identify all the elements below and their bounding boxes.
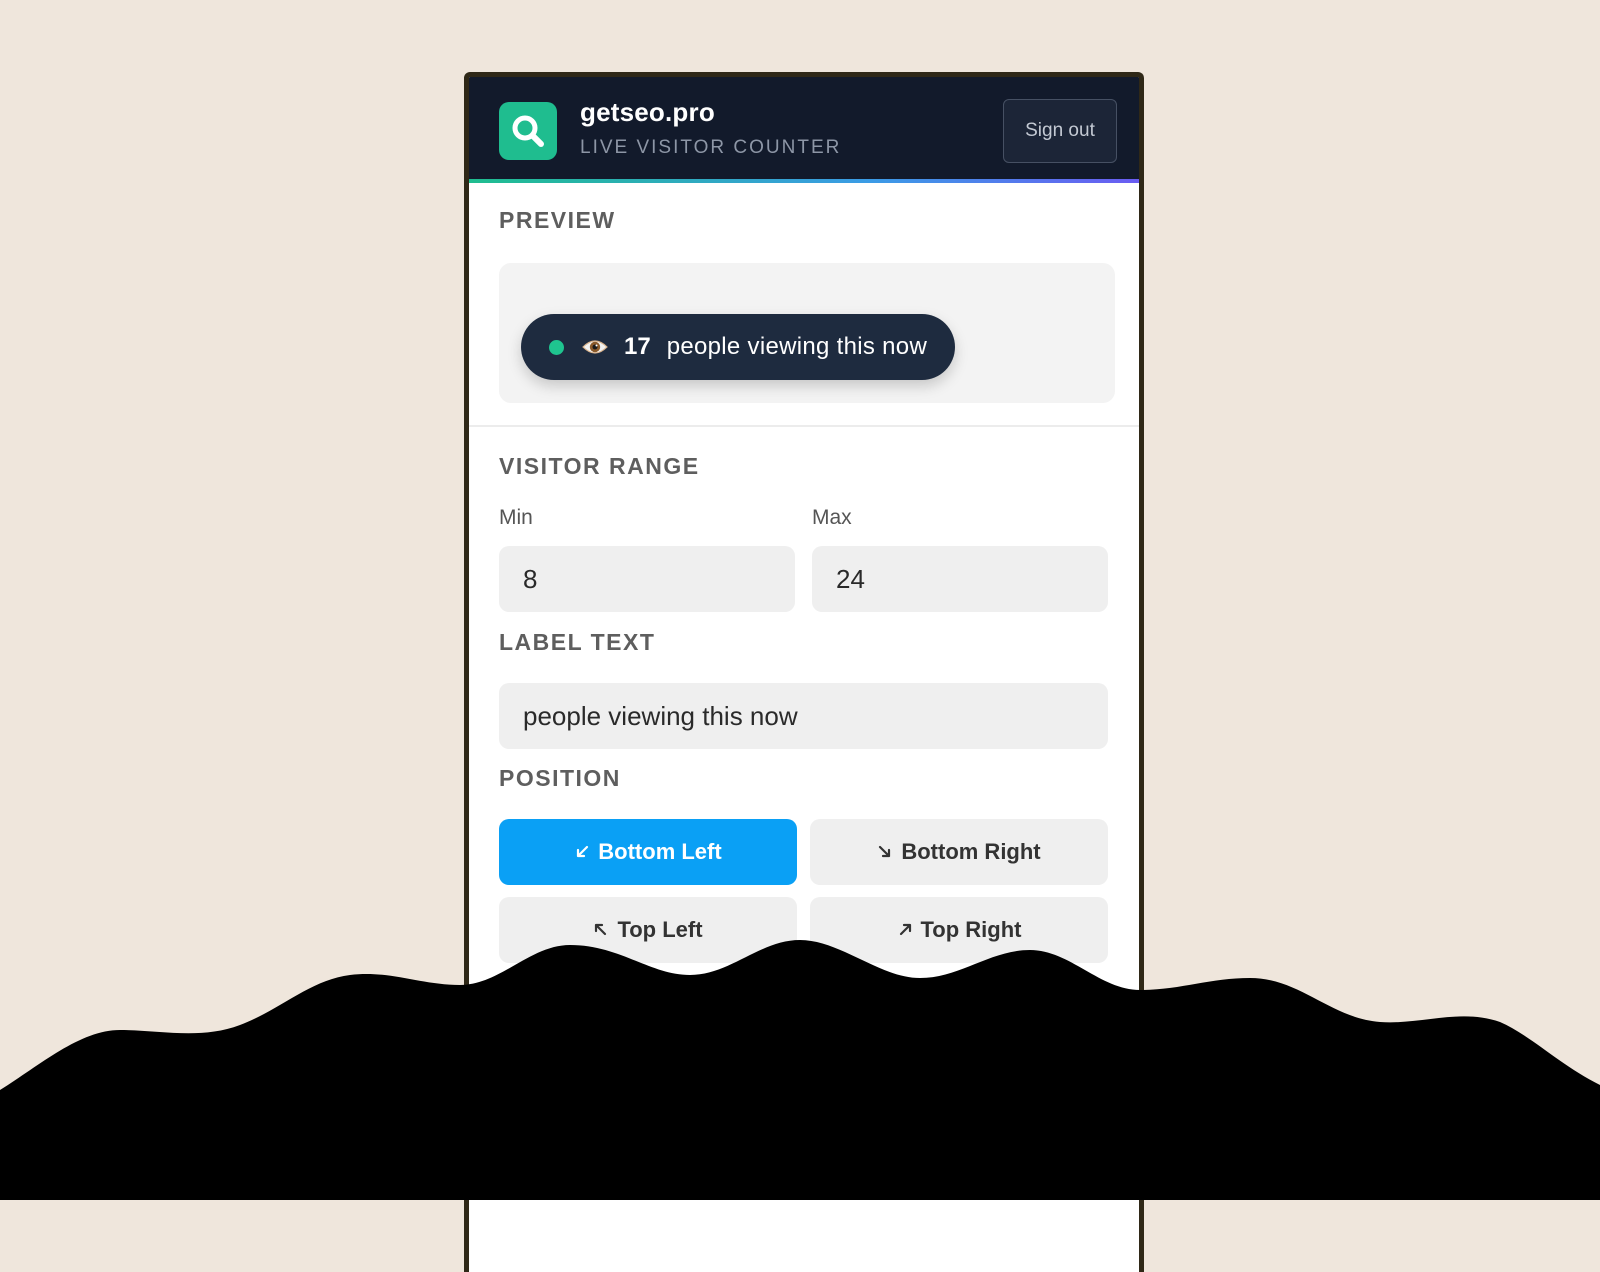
- max-field-label: Max: [812, 506, 852, 529]
- position-top-right-button[interactable]: Top Right: [810, 897, 1108, 963]
- settings-panel: getseo.pro LIVE VISITOR COUNTER Sign out…: [464, 72, 1144, 1272]
- position-option-label: Bottom Right: [901, 839, 1041, 864]
- section-divider: [469, 425, 1139, 427]
- label-text-input[interactable]: people viewing this now: [499, 683, 1108, 749]
- arrow-up-right-icon: [897, 922, 913, 938]
- visitor-counter-text: people viewing this now: [666, 333, 928, 360]
- search-icon: [512, 115, 544, 147]
- position-option-label: Bottom Left: [598, 839, 722, 864]
- position-option-label: Top Right: [920, 917, 1022, 942]
- preview-section-label: PREVIEW: [499, 207, 616, 233]
- header-accent-strip: [469, 179, 1139, 183]
- visitor-count: 17: [624, 333, 651, 360]
- min-input[interactable]: 8: [499, 546, 795, 612]
- position-option-label: Top Left: [617, 917, 703, 942]
- label-text-section-label: LABEL TEXT: [499, 629, 656, 655]
- arrow-up-left-icon: [593, 922, 609, 938]
- app-header: getseo.pro LIVE VISITOR COUNTER Sign out: [469, 77, 1139, 183]
- max-input[interactable]: 24: [812, 546, 1108, 612]
- position-section-label: POSITION: [499, 765, 621, 791]
- brand-name: getseo.pro: [580, 97, 715, 127]
- position-top-left-button[interactable]: Top Left: [499, 897, 797, 963]
- live-status-dot: [549, 339, 564, 355]
- sign-out-button[interactable]: Sign out: [1003, 99, 1117, 163]
- arrow-down-right-icon: [877, 844, 893, 860]
- position-bottom-left-button[interactable]: Bottom Left: [499, 819, 797, 885]
- preview-box: 17 people viewing this now: [499, 263, 1115, 403]
- visitor-range-section-label: VISITOR RANGE: [499, 453, 700, 479]
- arrow-down-left-icon: [574, 844, 590, 860]
- min-field-label: Min: [499, 506, 533, 529]
- position-bottom-right-button[interactable]: Bottom Right: [810, 819, 1108, 885]
- brand-subtitle: LIVE VISITOR COUNTER: [580, 137, 842, 158]
- app-logo: [499, 102, 557, 160]
- visitor-counter-pill: 17 people viewing this now: [521, 314, 956, 380]
- eye-icon: [582, 337, 608, 357]
